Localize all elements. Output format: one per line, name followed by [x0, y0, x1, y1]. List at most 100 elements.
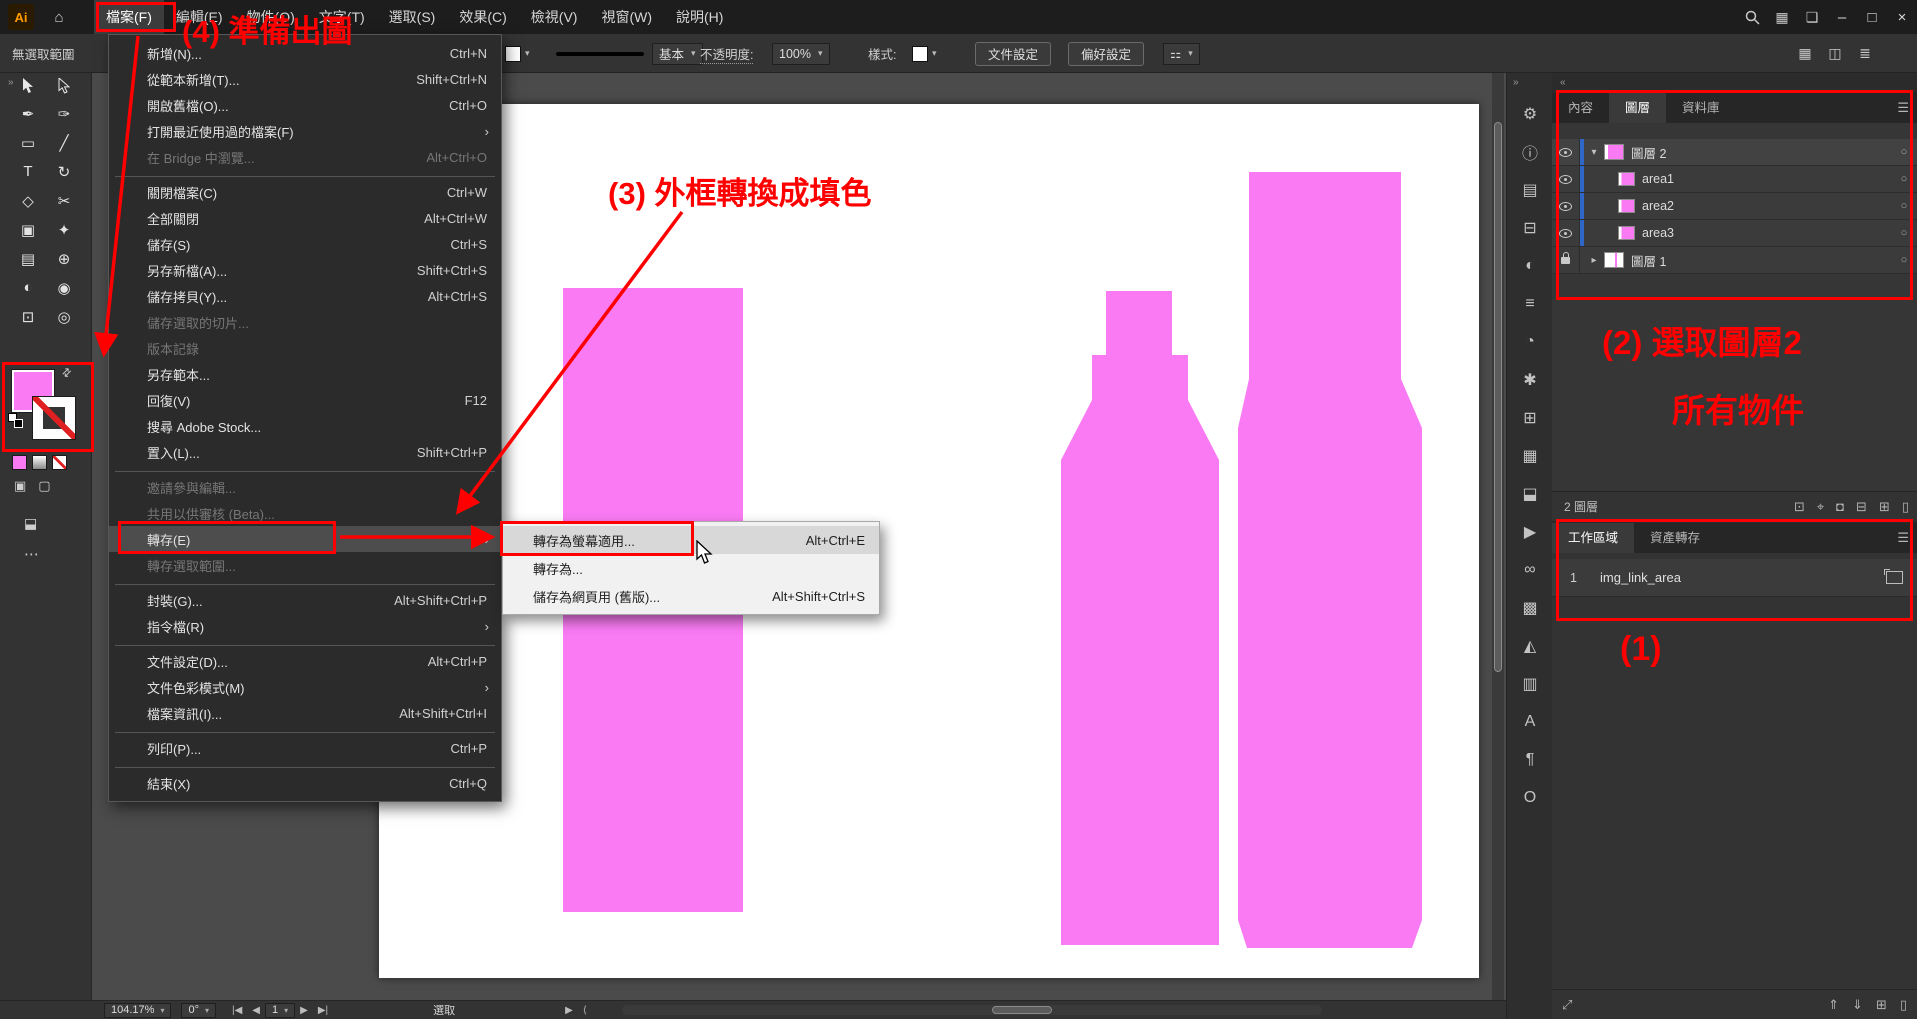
- eraser-tool-icon[interactable]: ◇: [13, 188, 43, 214]
- transform-icon[interactable]: ◭: [1510, 627, 1550, 665]
- file-menu-item[interactable]: 邀請參與編輯...: [109, 474, 501, 500]
- file-menu-item[interactable]: [109, 578, 501, 587]
- color-guide-icon[interactable]: ≡: [1510, 285, 1550, 323]
- star-tool-icon[interactable]: ✦: [49, 217, 79, 243]
- layer-thumbnail[interactable]: [1604, 252, 1624, 268]
- stroke-color-swatch[interactable]: [33, 397, 75, 439]
- layer-thumbnail[interactable]: [1604, 144, 1624, 160]
- menubar-item[interactable]: 視窗(W): [589, 0, 664, 34]
- visibility-cell[interactable]: [1552, 220, 1580, 246]
- target-circle-icon[interactable]: [1891, 146, 1917, 158]
- appearance-icon[interactable]: ▥: [1510, 665, 1550, 703]
- horizontal-scrollbar[interactable]: [622, 1005, 1322, 1015]
- file-menu-item[interactable]: 在 Bridge 中瀏覽... Alt+Ctrl+O: [109, 144, 501, 170]
- export-submenu-item[interactable]: 轉存為螢幕適用... Alt+Ctrl+E: [503, 526, 879, 554]
- shape-builder-tool-icon[interactable]: ▣: [13, 217, 43, 243]
- columns-icon[interactable]: ◫: [1820, 37, 1850, 71]
- panel-tab[interactable]: 圖層: [1609, 93, 1666, 123]
- color-icon[interactable]: ◐: [1510, 247, 1550, 285]
- rectangle-tool-icon[interactable]: ▭: [13, 130, 43, 156]
- file-menu-item[interactable]: 結束(X) Ctrl+Q: [109, 770, 501, 796]
- menubar-item[interactable]: 檢視(V): [519, 0, 590, 34]
- gradient-button[interactable]: [32, 455, 47, 470]
- character-icon[interactable]: A: [1510, 703, 1550, 741]
- line-segment-tool-icon[interactable]: ╱: [49, 130, 79, 156]
- layer-row[interactable]: 圖層 2: [1552, 139, 1917, 166]
- collect-for-export-icon[interactable]: ⊡: [1794, 499, 1805, 515]
- comments-icon[interactable]: ⊟: [1510, 209, 1550, 247]
- menubar-item[interactable]: 物件(O): [235, 0, 307, 34]
- gradient-icon[interactable]: ⬓: [1510, 475, 1550, 513]
- magenta-bottle-small[interactable]: [1061, 291, 1219, 945]
- locate-object-icon[interactable]: ⌖: [1817, 499, 1824, 515]
- mesh-tool-icon[interactable]: ⊕: [49, 246, 79, 272]
- gradient-tool-icon[interactable]: ▤: [13, 246, 43, 272]
- search-icon[interactable]: [1737, 0, 1767, 34]
- file-menu-item[interactable]: 儲存拷貝(Y)... Alt+Ctrl+S: [109, 283, 501, 309]
- file-menu-item[interactable]: 封裝(G)... Alt+Shift+Ctrl+P: [109, 587, 501, 613]
- swatches-icon[interactable]: ▦: [1510, 437, 1550, 475]
- grid-icon[interactable]: ⊞: [1510, 399, 1550, 437]
- default-swatches-icon[interactable]: [8, 413, 24, 429]
- menubar-item[interactable]: 編輯(E): [164, 0, 235, 34]
- layer-name[interactable]: 圖層 2: [1631, 143, 1891, 162]
- file-menu-item[interactable]: [109, 465, 501, 474]
- rearrange-artboards-icon[interactable]: ⤢: [1562, 997, 1572, 1013]
- swap-fill-stroke-icon[interactable]: ⇄: [59, 365, 75, 381]
- layer-thumbnail[interactable]: [1618, 226, 1635, 240]
- file-menu-item[interactable]: 另存範本...: [109, 361, 501, 387]
- preferences-button[interactable]: 偏好設定: [1068, 42, 1144, 66]
- visibility-cell[interactable]: [1552, 166, 1580, 192]
- layer-thumbnail[interactable]: [1618, 172, 1635, 186]
- panel-tab[interactable]: 資料庫: [1666, 93, 1736, 123]
- none-button[interactable]: [52, 455, 67, 470]
- opacity-dropdown[interactable]: 100%: [772, 43, 830, 65]
- file-menu-item[interactable]: [109, 170, 501, 179]
- new-layer-icon[interactable]: ⊞: [1879, 499, 1890, 515]
- maximize-button[interactable]: □: [1857, 0, 1887, 34]
- chevron-icon[interactable]: [1584, 255, 1604, 266]
- file-menu-item[interactable]: 儲存選取的切片...: [109, 309, 501, 335]
- eyedropper-tool-icon[interactable]: ◉: [49, 275, 79, 301]
- type-tool-icon[interactable]: T: [13, 159, 43, 185]
- file-menu-item[interactable]: 轉存(E) ›: [109, 526, 501, 552]
- panel-tab[interactable]: 內容: [1552, 93, 1609, 123]
- magenta-bottle-large[interactable]: [1238, 172, 1422, 948]
- file-menu-item[interactable]: [109, 639, 501, 648]
- previous-artboard-icon[interactable]: ◀: [252, 1005, 260, 1016]
- file-menu-item[interactable]: 從範本新增(T)... Shift+Ctrl+N: [109, 66, 501, 92]
- file-menu-item[interactable]: 文件色彩模式(M) ›: [109, 674, 501, 700]
- target-circle-icon[interactable]: [1891, 227, 1917, 239]
- last-artboard-icon[interactable]: ▶|: [318, 1005, 328, 1016]
- artboard-nav-dropdown[interactable]: 1: [265, 1003, 295, 1018]
- minimize-button[interactable]: –: [1827, 0, 1857, 34]
- file-menu-item[interactable]: 新增(N)... Ctrl+N: [109, 40, 501, 66]
- document-setup-button[interactable]: 文件設定: [975, 42, 1051, 66]
- visibility-cell[interactable]: [1552, 193, 1580, 219]
- layer-row[interactable]: area2: [1552, 193, 1917, 220]
- screen-mode-icon[interactable]: ⬓: [24, 515, 37, 532]
- target-circle-icon[interactable]: [1891, 254, 1917, 266]
- chevron-icon[interactable]: [1584, 147, 1604, 158]
- artboards-icon[interactable]: ▤: [1510, 171, 1550, 209]
- pattern-icon[interactable]: ▩: [1510, 589, 1550, 627]
- play-icon[interactable]: ▶: [565, 1005, 573, 1016]
- move-down-icon[interactable]: ⇓: [1852, 997, 1863, 1013]
- layer-name[interactable]: area2: [1642, 199, 1891, 213]
- new-sublayer-icon[interactable]: ⊟: [1856, 499, 1867, 515]
- home-icon[interactable]: ⌂: [46, 4, 72, 30]
- more-tools-icon[interactable]: ⋯: [24, 545, 39, 563]
- effects-icon[interactable]: ✱: [1510, 361, 1550, 399]
- fill-color-dropdown[interactable]: ▾: [505, 34, 530, 73]
- adjust-icon[interactable]: ⚙: [1510, 95, 1550, 133]
- layer-row[interactable]: area3: [1552, 220, 1917, 247]
- align-dropdown[interactable]: ⚏: [1163, 43, 1200, 65]
- file-menu-item[interactable]: [109, 726, 501, 735]
- style-dropdown[interactable]: ▾: [912, 34, 937, 73]
- layer-name[interactable]: area3: [1642, 226, 1891, 240]
- file-menu-item[interactable]: 儲存(S) Ctrl+S: [109, 231, 501, 257]
- artboard-panel-tab[interactable]: 資產轉存: [1634, 523, 1716, 553]
- file-menu-item[interactable]: 共用以供審核 (Beta)...: [109, 500, 501, 526]
- layer-thumbnail[interactable]: [1618, 199, 1635, 213]
- menubar-item[interactable]: 選取(S): [377, 0, 448, 34]
